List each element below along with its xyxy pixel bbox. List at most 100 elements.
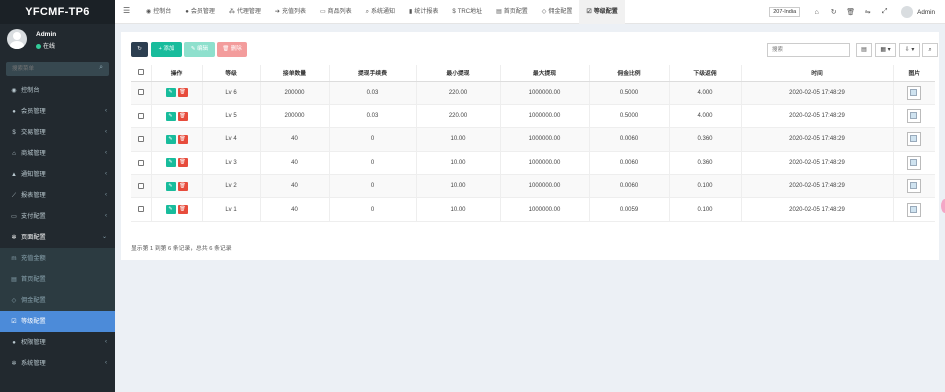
delete-row-button[interactable]: 🗑 (177, 205, 188, 215)
edit-row-button[interactable]: ✎ (165, 134, 176, 144)
column-header: 下级返佣 (669, 65, 742, 82)
image-cell (893, 174, 935, 199)
search-icon[interactable]: ⌕ (99, 64, 103, 72)
sidebar-subitem[interactable]: m 充值金额 (0, 248, 115, 269)
image-placeholder-icon[interactable] (907, 155, 922, 170)
tab-item[interactable]: ● 会员管理 (178, 0, 222, 24)
tab-item[interactable]: ▭ 商品列表 (313, 0, 359, 24)
delete-row-button[interactable]: 🗑 (177, 88, 188, 98)
cell-max: 1000000.00 (500, 197, 590, 222)
sidebar-menu: ◉ 控制台 ● 会员管理 ‹ $ 交易管理 ‹ ⌂ 商城管理 ‹ ▲ 通知管理 ‹ ⟋ 报表管理 ‹ ▭ 支付配置 ‹… (0, 80, 115, 374)
top-user-name[interactable]: Admin (917, 9, 935, 16)
delete-row-button[interactable]: 🗑 (177, 134, 188, 144)
avatar (7, 29, 27, 49)
sidebar-item[interactable]: ✲ 系统管理 ‹ (0, 353, 115, 374)
tab-item[interactable]: ▤ 首页配置 (489, 0, 535, 24)
app-logo[interactable]: YFCMF-TP6 (0, 0, 115, 24)
chevron-icon: ‹ (105, 192, 107, 198)
user-status-label: 在线 (43, 44, 56, 50)
edit-row-button[interactable]: ✎ (165, 205, 176, 215)
row-checkbox[interactable] (137, 206, 144, 213)
sidebar-item[interactable]: ● 会员管理 ‹ (0, 101, 115, 122)
delete-row-button[interactable]: 🗑 (177, 111, 188, 121)
column-header: 等级 (202, 65, 261, 82)
edit-row-button[interactable]: ✎ (165, 111, 176, 121)
tab-item[interactable]: $ TRC地址 (445, 0, 489, 24)
region-select[interactable]: 207-India (769, 7, 801, 17)
sidebar-item-label: 支付配置 (21, 213, 46, 220)
add-button[interactable]: + 添加 (151, 42, 182, 57)
topbar: ☰ ◉ 控制台 ● 会员管理 ⁂ 代理管理 ➔ 充值列表 ▭ 商品列表 ⌕ 系统通知 ▮ 统计报表 $ TRC… (115, 0, 945, 24)
edit-row-button[interactable]: ✎ (165, 88, 176, 98)
select-all-checkbox[interactable] (137, 69, 144, 76)
columns-button[interactable]: ▦ ▾ (875, 43, 896, 57)
user-name: Admin (36, 31, 57, 38)
table-search-input[interactable] (767, 43, 850, 57)
delete-row-button[interactable]: 🗑 (177, 158, 188, 168)
sidebar-search-input[interactable] (6, 62, 91, 76)
tab-icon: $ (452, 9, 456, 15)
sidebar-subitem[interactable]: ◇ 佣金配置 (0, 290, 115, 311)
select-all-header[interactable] (131, 65, 152, 82)
sidebar-item[interactable]: ⟋ 报表管理 ‹ (0, 185, 115, 206)
sidebar-item-label: 权限管理 (21, 339, 46, 346)
edit-row-button[interactable]: ✎ (165, 158, 176, 168)
cell-min: 10.00 (416, 151, 501, 176)
money-icon: m (11, 255, 17, 262)
search-toggle-button[interactable]: ⌕ (922, 43, 938, 57)
sidebar-item[interactable]: ● 权限管理 ‹ (0, 332, 115, 353)
view-toggle-button[interactable]: ▤ (856, 43, 872, 57)
main-content: ↻ + 添加 ✎ 编辑 🗑 删除 ▤ ▦ ▾ ⇩ ▾ ⌕ 操作等级接单数量提现手… (115, 24, 945, 392)
tab-item[interactable]: ▮ 统计报表 (402, 0, 445, 24)
floating-widget[interactable] (941, 199, 945, 213)
delete-row-button[interactable]: 🗑 (177, 181, 188, 191)
cell-time: 2020-02-05 17:48:29 (741, 197, 894, 222)
fullscreen-icon[interactable]: ⤢ (876, 8, 893, 16)
row-checkbox[interactable] (137, 89, 144, 96)
image-placeholder-icon[interactable] (907, 109, 922, 124)
sidebar-subitem[interactable]: ☑ 等级配置 (0, 311, 115, 332)
sidebar-item[interactable]: ▭ 支付配置 ‹ (0, 206, 115, 227)
tab-item[interactable]: ◇ 佣金配置 (535, 0, 580, 24)
tab-item[interactable]: ☑ 等级配置 (579, 0, 625, 24)
refresh-icon[interactable]: ↻ (825, 8, 842, 16)
sidebar-item[interactable]: ✲ 页面配置 ⌄ (0, 227, 115, 248)
menu-toggle-icon[interactable]: ☰ (123, 6, 130, 15)
image-placeholder-icon[interactable] (907, 202, 922, 217)
image-cell (893, 81, 935, 105)
image-placeholder-icon[interactable] (907, 85, 922, 100)
sidebar-item[interactable]: $ 交易管理 ‹ (0, 122, 115, 143)
column-header: 最大提现 (500, 65, 590, 82)
sidebar-subitem[interactable]: ▤ 首页配置 (0, 269, 115, 290)
edit-button[interactable]: ✎ 编辑 (184, 42, 215, 57)
trash-icon[interactable]: 🗑 (842, 8, 859, 16)
row-checkbox[interactable] (137, 136, 144, 143)
row-checkbox[interactable] (137, 112, 144, 119)
delete-button[interactable]: 🗑 删除 (217, 42, 247, 57)
home-icon[interactable]: ⌂ (808, 9, 825, 16)
sidebar-item[interactable]: ◉ 控制台 (0, 80, 115, 101)
edit-row-button[interactable]: ✎ (165, 181, 176, 191)
row-checkbox[interactable] (137, 182, 144, 189)
chevron-icon: ‹ (105, 360, 107, 366)
sidebar-subitem-label: 等级配置 (21, 318, 46, 325)
image-placeholder-icon[interactable] (907, 132, 922, 147)
export-button[interactable]: ⇩ ▾ (899, 43, 920, 57)
translate-icon[interactable]: ⇋ (859, 8, 876, 16)
top-avatar[interactable] (901, 6, 914, 18)
cell-min: 220.00 (416, 104, 501, 129)
row-checkbox[interactable] (137, 159, 144, 166)
refresh-button[interactable]: ↻ (131, 42, 148, 57)
column-header: 操作 (151, 65, 203, 82)
sidebar-item[interactable]: ⌂ 商城管理 ‹ (0, 143, 115, 164)
image-cell (893, 127, 935, 152)
cogs-icon: ✲ (11, 361, 17, 367)
image-placeholder-icon[interactable] (907, 179, 922, 194)
sidebar-item[interactable]: ▲ 通知管理 ‹ (0, 164, 115, 185)
tab-item[interactable]: ◉ 控制台 (139, 0, 178, 24)
tab-item[interactable]: ➔ 充值列表 (268, 0, 313, 24)
tab-item[interactable]: ⌕ 系统通知 (359, 0, 402, 24)
tab-item[interactable]: ⁂ 代理管理 (222, 0, 268, 24)
cell-level: Lv 6 (202, 81, 261, 105)
tab-icon: ⁂ (228, 9, 235, 15)
